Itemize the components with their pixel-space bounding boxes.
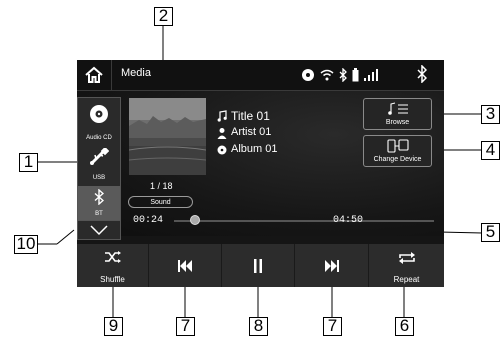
callout-8: 8 <box>249 317 268 336</box>
callout-7-prev: 7 <box>176 317 195 336</box>
callout-3: 3 <box>481 105 500 124</box>
album-art-image <box>129 98 206 175</box>
callout-9: 9 <box>104 317 123 336</box>
source-label-usb: USB <box>92 175 106 181</box>
change-device-icon <box>387 139 409 153</box>
callout-7-next: 7 <box>323 317 342 336</box>
track-duration: 04:50 <box>333 215 364 226</box>
callout-10: 10 <box>14 235 38 254</box>
album-icon <box>217 145 227 155</box>
change-device-button[interactable]: Change Device <box>363 135 432 167</box>
artist-icon <box>217 128 227 139</box>
home-icon <box>85 66 103 83</box>
repeat-icon <box>398 252 415 264</box>
cd-status-icon <box>301 68 315 82</box>
track-count: 1 / 18 <box>150 181 173 191</box>
shuffle-label: Shuffle <box>100 275 125 284</box>
playback-controls: Shuffle Repeat <box>77 244 444 287</box>
repeat-label: Repeat <box>393 275 420 284</box>
browse-label: Browse <box>385 119 410 126</box>
source-audio-cd[interactable]: Audio CD <box>78 100 120 144</box>
screen-title: Media <box>121 67 151 79</box>
callout-4: 4 <box>481 141 500 160</box>
bluetooth-status-icon <box>339 68 347 82</box>
previous-track-button[interactable] <box>149 244 222 287</box>
signal-icon <box>364 69 380 81</box>
source-scroll-down-button[interactable] <box>78 220 120 240</box>
repeat-button[interactable]: Repeat <box>369 244 444 287</box>
elapsed-time: 00:24 <box>133 215 164 226</box>
pause-button[interactable] <box>222 244 295 287</box>
artist-name: Artist 01 <box>231 126 272 138</box>
source-bt[interactable]: BT <box>78 186 120 220</box>
callout-2: 2 <box>154 7 173 26</box>
sound-button[interactable]: Sound <box>128 196 193 208</box>
callout-1: 1 <box>19 153 38 172</box>
source-label-bt: BT <box>95 211 103 217</box>
source-label-audio-cd: Audio CD <box>86 135 112 141</box>
pause-icon <box>254 259 262 273</box>
media-screen: Media Audio CD USB BT 1 / 18 Sound Title… <box>77 60 444 287</box>
shuffle-icon <box>104 251 121 263</box>
album-name: Album 01 <box>231 143 278 155</box>
browse-button[interactable]: Browse <box>363 98 432 130</box>
browse-icon <box>388 102 408 115</box>
callout-5: 5 <box>481 223 500 242</box>
source-usb[interactable]: USB <box>78 144 120 184</box>
source-sidebar: Audio CD USB BT <box>77 97 121 240</box>
progress-track <box>174 220 434 222</box>
next-track-button[interactable] <box>295 244 369 287</box>
bluetooth-icon <box>94 189 104 205</box>
top-bar: Media <box>77 60 444 91</box>
callout-6: 6 <box>395 317 414 336</box>
wifi-icon <box>320 69 334 81</box>
album-art <box>129 98 206 175</box>
bluetooth-header-icon <box>417 64 428 88</box>
chevron-down-icon <box>90 225 108 236</box>
shuffle-button[interactable]: Shuffle <box>77 244 149 287</box>
track-title: Title 01 <box>231 109 270 123</box>
usb-icon <box>90 148 109 165</box>
next-track-icon <box>324 260 339 272</box>
change-device-label: Change Device <box>373 156 422 163</box>
previous-track-icon <box>178 260 192 272</box>
music-note-icon <box>217 110 227 122</box>
home-button[interactable] <box>77 60 112 90</box>
battery-icon <box>352 68 359 82</box>
cd-icon <box>90 105 108 123</box>
status-icons <box>301 65 380 85</box>
progress-knob[interactable] <box>189 215 200 225</box>
